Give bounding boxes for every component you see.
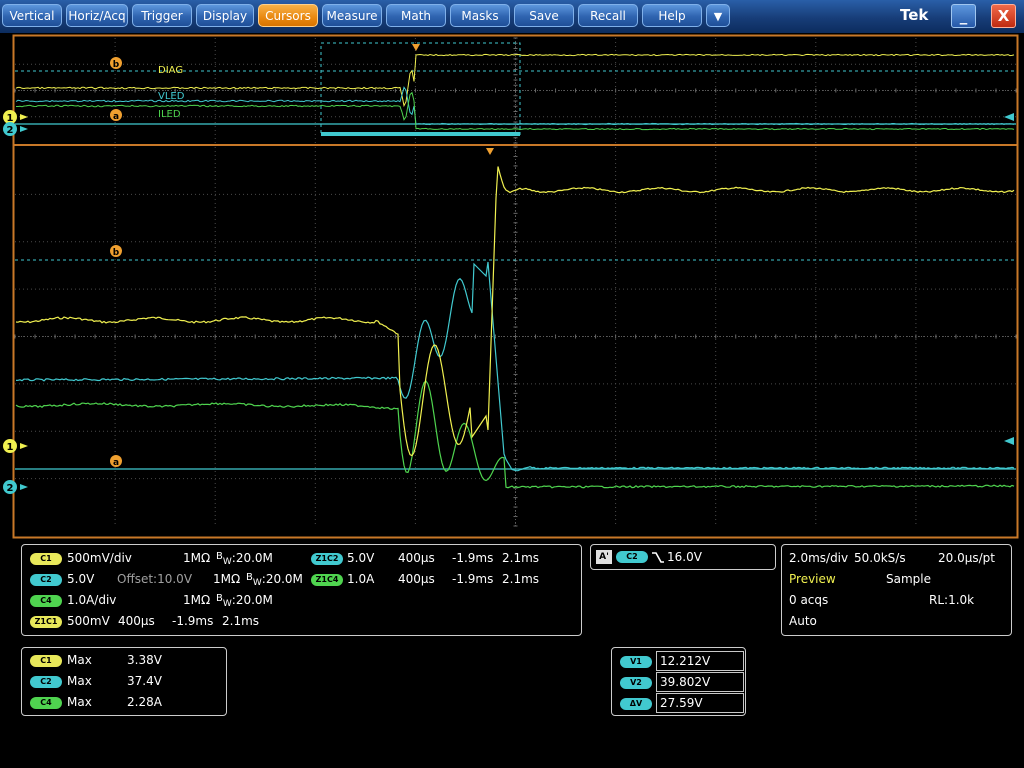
cursor-v2-value: 39.802V [656, 672, 744, 692]
z1c2-end: 2.1ms [502, 551, 540, 565]
menu-recall[interactable]: Recall [578, 4, 638, 27]
ch4-scale[interactable]: 1.0A/div [67, 593, 116, 607]
ch4-impedance: 1MΩ [183, 593, 211, 607]
sample-rate: 50.0kS/s [854, 551, 906, 565]
ch1-bandwidth: BW:20.0M [216, 551, 273, 567]
ch2-marker-label: 2 [7, 483, 14, 494]
overview-ch2-marker-label: 2 [7, 125, 14, 136]
cursor-b-label: b [113, 248, 120, 258]
trigger-panel[interactable]: A' C2 16.0V [590, 544, 776, 570]
acq-count: 0 acqs [789, 593, 829, 607]
z1c4-badge[interactable]: Z1C4 [311, 574, 343, 586]
meas1-type: Max [67, 653, 92, 667]
trigger-source-badge: C2 [616, 551, 648, 563]
meas2-value: 37.4V [127, 674, 162, 688]
record-length: RL:1.0k [929, 593, 975, 607]
menu-trigger[interactable]: Trigger [132, 4, 192, 27]
menu-help[interactable]: Help [642, 4, 702, 27]
trigger-level: 16.0V [667, 550, 702, 564]
ch2-impedance: 1MΩ [213, 572, 241, 586]
z1c1-badge[interactable]: Z1C1 [30, 616, 62, 628]
z1c1-end: 2.1ms [222, 614, 260, 628]
time-per-point: 20.0µs/pt [938, 551, 995, 565]
meas1-value: 3.38V [127, 653, 162, 667]
cursor-v1-value: 12.212V [656, 651, 744, 671]
waveform-display[interactable]: DIAG VLED ILED b a 1 2 b a 1 2 [0, 33, 1024, 540]
z1c2-start: -1.9ms [452, 551, 494, 565]
z1c4-end: 2.1ms [502, 572, 540, 586]
meas2-badge: C2 [30, 676, 62, 688]
z1c4-scale: 1.0A [347, 572, 375, 586]
trigger-mode: Auto [789, 614, 817, 628]
z1c2-badge[interactable]: Z1C2 [311, 553, 343, 565]
ch2-scale[interactable]: 5.0V [67, 572, 94, 586]
menu-measure[interactable]: Measure [322, 4, 382, 27]
ch2-offset: Offset:10.0V [117, 572, 193, 586]
ch1-impedance: 1MΩ [183, 551, 211, 565]
brand-logo: Tek [900, 6, 929, 24]
zoom-region-bar [321, 132, 520, 136]
overview-label-diag: DIAG [158, 65, 183, 76]
cursor-v1-badge: V1 [620, 656, 652, 668]
menu-bar: Vertical Horiz/Acq Trigger Display Curso… [0, 0, 1024, 33]
cursor-a-label: a [113, 458, 119, 468]
menu-dropdown[interactable]: ▼ [706, 4, 730, 27]
z1c1-scale: 500mV [67, 614, 110, 628]
meas2-type: Max [67, 674, 92, 688]
ch4-badge[interactable]: C4 [30, 595, 62, 607]
acq-mode: Sample [886, 572, 931, 586]
meas3-badge: C4 [30, 697, 62, 709]
ch1-scale[interactable]: 500mV/div [67, 551, 132, 565]
channel-settings-panel[interactable]: C1 500mV/div 1MΩ BW:20.0M C2 5.0V Offset… [21, 544, 582, 636]
overview-label-vled: VLED [158, 91, 185, 102]
ch2-bandwidth: BW:20.0M [246, 572, 303, 588]
ch1-marker-label: 1 [7, 442, 14, 453]
close-button[interactable]: X [991, 4, 1016, 28]
horizontal-panel[interactable]: 2.0ms/div 50.0kS/s 20.0µs/pt Preview Sam… [781, 544, 1012, 636]
menu-math[interactable]: Math [386, 4, 446, 27]
z1c2-time: 400µs [398, 551, 435, 565]
meas3-type: Max [67, 695, 92, 709]
menu-masks[interactable]: Masks [450, 4, 510, 27]
z1c2-scale: 5.0V [347, 551, 375, 565]
menu-save[interactable]: Save [514, 4, 574, 27]
acq-status: Preview [789, 572, 836, 586]
trigger-slope-icon [652, 552, 664, 563]
cursor-v2-badge: V2 [620, 677, 652, 689]
menu-horiz-acq[interactable]: Horiz/Acq [66, 4, 128, 27]
menu-cursors[interactable]: Cursors [258, 4, 318, 27]
z1c4-start: -1.9ms [452, 572, 494, 586]
z1c4-time: 400µs [398, 572, 435, 586]
time-per-div: 2.0ms/div [789, 551, 849, 565]
overview-cursor-b-label: b [113, 60, 120, 70]
ch2-badge[interactable]: C2 [30, 574, 62, 586]
cursor-dv-badge: ΔV [620, 698, 652, 710]
meas3-value: 2.28A [127, 695, 162, 709]
trigger-mode-badge: A' [596, 550, 612, 564]
menu-display[interactable]: Display [196, 4, 254, 27]
menu-vertical[interactable]: Vertical [2, 4, 62, 27]
cursor-dv-value: 27.59V [656, 693, 744, 713]
z1c1-start: -1.9ms [172, 614, 214, 628]
minimize-button[interactable]: _ [951, 4, 976, 28]
ch4-bandwidth: BW:20.0M [216, 593, 273, 609]
measurements-panel[interactable]: C1 Max 3.38V C2 Max 37.4V C4 Max 2.28A [21, 647, 227, 716]
meas1-badge: C1 [30, 655, 62, 667]
overview-label-iled: ILED [158, 109, 181, 120]
ch1-badge[interactable]: C1 [30, 553, 62, 565]
overview-cursor-a-label: a [113, 112, 119, 122]
z1c1-time: 400µs [118, 614, 155, 628]
